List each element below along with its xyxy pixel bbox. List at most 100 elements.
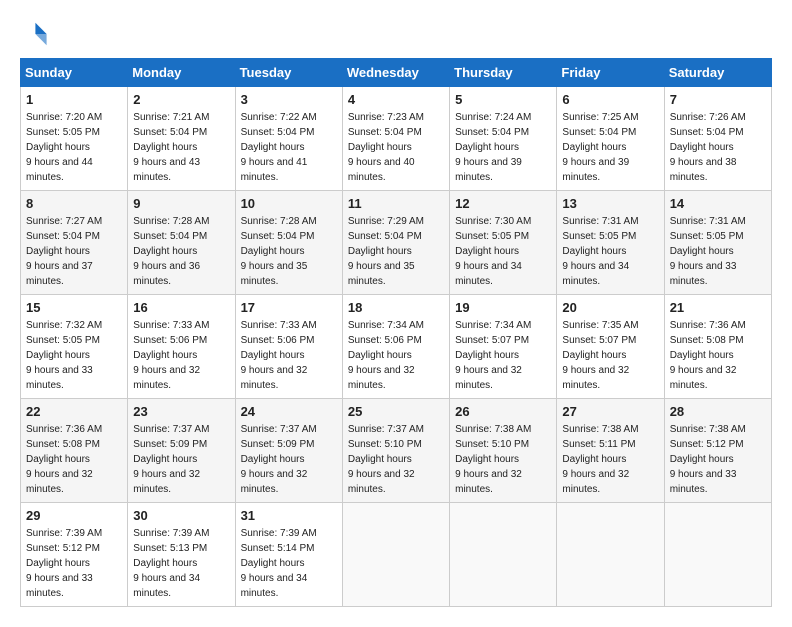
calendar-cell — [450, 503, 557, 607]
day-number: 18 — [348, 300, 444, 315]
calendar-cell: 17 Sunrise: 7:33 AM Sunset: 5:06 PM Dayl… — [235, 295, 342, 399]
day-number: 20 — [562, 300, 658, 315]
calendar-cell: 2 Sunrise: 7:21 AM Sunset: 5:04 PM Dayli… — [128, 87, 235, 191]
calendar-cell: 9 Sunrise: 7:28 AM Sunset: 5:04 PM Dayli… — [128, 191, 235, 295]
day-info: Sunrise: 7:39 AM Sunset: 5:14 PM Dayligh… — [241, 526, 337, 601]
calendar-cell — [664, 503, 771, 607]
day-number: 21 — [670, 300, 766, 315]
day-number: 12 — [455, 196, 551, 211]
calendar-cell: 28 Sunrise: 7:38 AM Sunset: 5:12 PM Dayl… — [664, 399, 771, 503]
day-number: 19 — [455, 300, 551, 315]
weekday-header: Tuesday — [235, 59, 342, 87]
calendar-cell — [342, 503, 449, 607]
weekday-header: Thursday — [450, 59, 557, 87]
calendar-cell: 10 Sunrise: 7:28 AM Sunset: 5:04 PM Dayl… — [235, 191, 342, 295]
day-info: Sunrise: 7:27 AM Sunset: 5:04 PM Dayligh… — [26, 214, 122, 289]
calendar-cell: 20 Sunrise: 7:35 AM Sunset: 5:07 PM Dayl… — [557, 295, 664, 399]
day-number: 22 — [26, 404, 122, 419]
day-number: 26 — [455, 404, 551, 419]
day-info: Sunrise: 7:31 AM Sunset: 5:05 PM Dayligh… — [670, 214, 766, 289]
day-number: 27 — [562, 404, 658, 419]
day-info: Sunrise: 7:36 AM Sunset: 5:08 PM Dayligh… — [26, 422, 122, 497]
day-info: Sunrise: 7:31 AM Sunset: 5:05 PM Dayligh… — [562, 214, 658, 289]
calendar-cell: 18 Sunrise: 7:34 AM Sunset: 5:06 PM Dayl… — [342, 295, 449, 399]
day-number: 30 — [133, 508, 229, 523]
calendar-cell: 31 Sunrise: 7:39 AM Sunset: 5:14 PM Dayl… — [235, 503, 342, 607]
day-info: Sunrise: 7:28 AM Sunset: 5:04 PM Dayligh… — [241, 214, 337, 289]
calendar-week-row: 8 Sunrise: 7:27 AM Sunset: 5:04 PM Dayli… — [21, 191, 772, 295]
day-number: 9 — [133, 196, 229, 211]
weekday-header: Friday — [557, 59, 664, 87]
day-number: 16 — [133, 300, 229, 315]
day-info: Sunrise: 7:34 AM Sunset: 5:06 PM Dayligh… — [348, 318, 444, 393]
calendar-week-row: 29 Sunrise: 7:39 AM Sunset: 5:12 PM Dayl… — [21, 503, 772, 607]
calendar-week-row: 15 Sunrise: 7:32 AM Sunset: 5:05 PM Dayl… — [21, 295, 772, 399]
calendar-cell: 27 Sunrise: 7:38 AM Sunset: 5:11 PM Dayl… — [557, 399, 664, 503]
calendar-cell: 11 Sunrise: 7:29 AM Sunset: 5:04 PM Dayl… — [342, 191, 449, 295]
day-info: Sunrise: 7:21 AM Sunset: 5:04 PM Dayligh… — [133, 110, 229, 185]
calendar-cell — [557, 503, 664, 607]
day-number: 1 — [26, 92, 122, 107]
weekday-header: Saturday — [664, 59, 771, 87]
day-number: 17 — [241, 300, 337, 315]
day-info: Sunrise: 7:24 AM Sunset: 5:04 PM Dayligh… — [455, 110, 551, 185]
calendar-cell: 29 Sunrise: 7:39 AM Sunset: 5:12 PM Dayl… — [21, 503, 128, 607]
calendar-cell: 7 Sunrise: 7:26 AM Sunset: 5:04 PM Dayli… — [664, 87, 771, 191]
day-info: Sunrise: 7:26 AM Sunset: 5:04 PM Dayligh… — [670, 110, 766, 185]
day-info: Sunrise: 7:22 AM Sunset: 5:04 PM Dayligh… — [241, 110, 337, 185]
day-number: 28 — [670, 404, 766, 419]
calendar-cell: 12 Sunrise: 7:30 AM Sunset: 5:05 PM Dayl… — [450, 191, 557, 295]
calendar-cell: 14 Sunrise: 7:31 AM Sunset: 5:05 PM Dayl… — [664, 191, 771, 295]
day-number: 5 — [455, 92, 551, 107]
calendar-cell: 26 Sunrise: 7:38 AM Sunset: 5:10 PM Dayl… — [450, 399, 557, 503]
weekday-header: Monday — [128, 59, 235, 87]
day-number: 14 — [670, 196, 766, 211]
calendar-cell: 19 Sunrise: 7:34 AM Sunset: 5:07 PM Dayl… — [450, 295, 557, 399]
calendar-table: SundayMondayTuesdayWednesdayThursdayFrid… — [20, 58, 772, 607]
calendar-cell: 24 Sunrise: 7:37 AM Sunset: 5:09 PM Dayl… — [235, 399, 342, 503]
calendar-cell: 16 Sunrise: 7:33 AM Sunset: 5:06 PM Dayl… — [128, 295, 235, 399]
day-number: 10 — [241, 196, 337, 211]
day-info: Sunrise: 7:28 AM Sunset: 5:04 PM Dayligh… — [133, 214, 229, 289]
calendar-cell: 22 Sunrise: 7:36 AM Sunset: 5:08 PM Dayl… — [21, 399, 128, 503]
calendar-cell: 21 Sunrise: 7:36 AM Sunset: 5:08 PM Dayl… — [664, 295, 771, 399]
day-number: 23 — [133, 404, 229, 419]
calendar-cell: 4 Sunrise: 7:23 AM Sunset: 5:04 PM Dayli… — [342, 87, 449, 191]
calendar-cell: 25 Sunrise: 7:37 AM Sunset: 5:10 PM Dayl… — [342, 399, 449, 503]
day-info: Sunrise: 7:38 AM Sunset: 5:12 PM Dayligh… — [670, 422, 766, 497]
calendar-cell: 5 Sunrise: 7:24 AM Sunset: 5:04 PM Dayli… — [450, 87, 557, 191]
day-info: Sunrise: 7:23 AM Sunset: 5:04 PM Dayligh… — [348, 110, 444, 185]
day-number: 8 — [26, 196, 122, 211]
day-info: Sunrise: 7:33 AM Sunset: 5:06 PM Dayligh… — [241, 318, 337, 393]
day-info: Sunrise: 7:39 AM Sunset: 5:13 PM Dayligh… — [133, 526, 229, 601]
day-number: 29 — [26, 508, 122, 523]
day-number: 15 — [26, 300, 122, 315]
day-number: 6 — [562, 92, 658, 107]
day-number: 24 — [241, 404, 337, 419]
day-number: 13 — [562, 196, 658, 211]
day-info: Sunrise: 7:38 AM Sunset: 5:10 PM Dayligh… — [455, 422, 551, 497]
calendar-header-row: SundayMondayTuesdayWednesdayThursdayFrid… — [21, 59, 772, 87]
weekday-header: Sunday — [21, 59, 128, 87]
weekday-header: Wednesday — [342, 59, 449, 87]
day-info: Sunrise: 7:29 AM Sunset: 5:04 PM Dayligh… — [348, 214, 444, 289]
logo-icon — [20, 20, 48, 48]
day-number: 25 — [348, 404, 444, 419]
calendar-cell: 13 Sunrise: 7:31 AM Sunset: 5:05 PM Dayl… — [557, 191, 664, 295]
day-info: Sunrise: 7:25 AM Sunset: 5:04 PM Dayligh… — [562, 110, 658, 185]
calendar-cell: 8 Sunrise: 7:27 AM Sunset: 5:04 PM Dayli… — [21, 191, 128, 295]
day-info: Sunrise: 7:33 AM Sunset: 5:06 PM Dayligh… — [133, 318, 229, 393]
day-info: Sunrise: 7:39 AM Sunset: 5:12 PM Dayligh… — [26, 526, 122, 601]
calendar-week-row: 1 Sunrise: 7:20 AM Sunset: 5:05 PM Dayli… — [21, 87, 772, 191]
day-info: Sunrise: 7:34 AM Sunset: 5:07 PM Dayligh… — [455, 318, 551, 393]
day-number: 7 — [670, 92, 766, 107]
calendar-cell: 1 Sunrise: 7:20 AM Sunset: 5:05 PM Dayli… — [21, 87, 128, 191]
day-info: Sunrise: 7:30 AM Sunset: 5:05 PM Dayligh… — [455, 214, 551, 289]
day-number: 3 — [241, 92, 337, 107]
day-info: Sunrise: 7:38 AM Sunset: 5:11 PM Dayligh… — [562, 422, 658, 497]
day-info: Sunrise: 7:37 AM Sunset: 5:10 PM Dayligh… — [348, 422, 444, 497]
calendar-cell: 30 Sunrise: 7:39 AM Sunset: 5:13 PM Dayl… — [128, 503, 235, 607]
calendar-cell: 23 Sunrise: 7:37 AM Sunset: 5:09 PM Dayl… — [128, 399, 235, 503]
day-info: Sunrise: 7:37 AM Sunset: 5:09 PM Dayligh… — [241, 422, 337, 497]
day-number: 11 — [348, 196, 444, 211]
